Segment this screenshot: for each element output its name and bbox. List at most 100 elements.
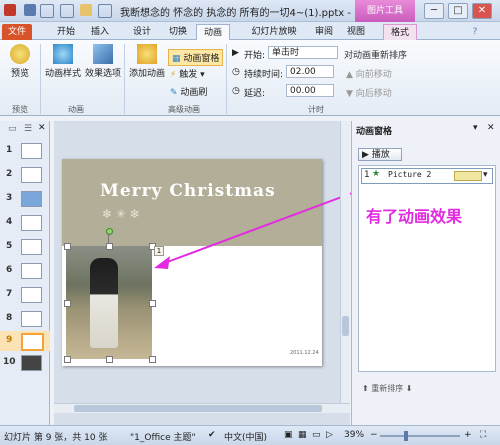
help-icon[interactable]: ? — [470, 24, 480, 40]
save-icon[interactable] — [24, 4, 36, 16]
person-figure — [90, 258, 118, 348]
add-animation-button[interactable]: 添加动画 — [128, 44, 166, 79]
start-dropdown[interactable]: 单击时 — [268, 46, 338, 59]
slide-number: 9 — [6, 335, 13, 345]
group-timing-label: 计时 — [308, 105, 324, 114]
maximize-button[interactable]: □ — [448, 3, 468, 19]
start-label: 开始: — [244, 51, 266, 61]
animations-ribbon: 预览 预览 动画样式 效果选项 动画 添加动画 ▦ 动画窗格 ⚡ 触发 ▾ ✎ … — [0, 40, 500, 116]
move-earlier-button[interactable]: ▲ 向前移动 — [346, 67, 392, 80]
reorder-arrows-icon[interactable]: ⬆ 重新排序 ⬇ — [362, 383, 413, 394]
animation-list: 1 ★ Picture 2 ▾ — [358, 165, 496, 372]
tab-format[interactable]: 格式 — [383, 24, 417, 41]
animation-painter-label: 动画刷 — [180, 88, 208, 98]
annotation-arrow — [154, 191, 356, 269]
start-icon: ▶ — [232, 48, 239, 58]
preview-button[interactable]: 预览 — [6, 44, 34, 79]
spellcheck-icon[interactable]: ✔ — [208, 430, 216, 440]
slide-thumbnail[interactable]: 7 — [0, 285, 50, 305]
reading-view-icon[interactable]: ▭ — [312, 430, 321, 440]
resize-handle[interactable] — [64, 243, 71, 250]
animation-list-item[interactable]: 1 ★ Picture 2 ▾ — [361, 168, 493, 184]
slide-thumbnail[interactable]: 10 — [0, 353, 50, 373]
close-icon[interactable]: ✕ — [487, 123, 495, 133]
duration-label: 持续时间: — [244, 70, 284, 80]
tab-insert[interactable]: 插入 — [88, 24, 112, 40]
slide-thumb-image — [21, 215, 42, 231]
preview-label: 预览 — [10, 69, 29, 79]
trigger-label: 触发 — [179, 70, 198, 80]
zoom-out-icon[interactable]: − — [370, 430, 378, 440]
tab-file[interactable]: 文件 — [2, 24, 32, 40]
animation-pane: 动画窗格 ▾ ✕ ▶ 播放 1 ★ Picture 2 ▾ ⬆ 重新排序 ⬇ — [351, 121, 500, 425]
undo-icon[interactable] — [40, 4, 54, 18]
theme-status: "1_Office 主题" — [130, 433, 196, 443]
outline-tab-icon[interactable]: ☰ — [24, 124, 32, 134]
tab-design[interactable]: 设计 — [130, 24, 154, 40]
duration-stepper[interactable]: 02.00 — [286, 65, 334, 78]
effect-options-icon — [93, 44, 113, 64]
tab-home[interactable]: 开始 — [54, 24, 78, 40]
resize-handle[interactable] — [106, 243, 113, 250]
play-button[interactable]: ▶ 播放 — [358, 148, 402, 161]
tab-transitions[interactable]: 切换 — [166, 24, 190, 40]
slide-number: 10 — [3, 357, 16, 367]
slide-sorter-icon[interactable]: ▦ — [298, 430, 307, 440]
preview-star-icon — [10, 44, 30, 64]
zoom-in-icon[interactable]: + — [464, 430, 472, 440]
chevron-down-icon[interactable]: ▾ — [483, 170, 488, 180]
slide-thumbnail[interactable]: 3 — [0, 189, 50, 209]
slide-thumbnail[interactable]: 4 — [0, 213, 50, 233]
slide-thumbnail[interactable]: 6 — [0, 261, 50, 281]
slide-thumb-image — [21, 355, 42, 371]
slide-thumbnail[interactable]: 2 — [0, 165, 50, 185]
resize-handle[interactable] — [64, 300, 71, 307]
customize-toolbar-icon[interactable] — [98, 4, 112, 18]
picture-tools-contextual-tab: 图片工具 — [355, 0, 415, 22]
move-later-button[interactable]: ▼ 向后移动 — [346, 86, 392, 99]
tab-animations[interactable]: 动画 — [196, 24, 230, 41]
animation-painter-button[interactable]: ✎ 动画刷 — [170, 85, 207, 98]
vertical-scrollbar[interactable] — [340, 121, 350, 403]
resize-handle[interactable] — [64, 356, 71, 363]
close-button[interactable]: ✕ — [472, 3, 492, 19]
tab-review[interactable]: 审阅 — [312, 24, 336, 40]
zoom-slider-thumb[interactable] — [404, 431, 408, 441]
slide-thumb-image — [21, 239, 42, 255]
resize-handle[interactable] — [149, 300, 156, 307]
animation-pane-button[interactable]: ▦ 动画窗格 — [168, 49, 224, 66]
trigger-button[interactable]: ⚡ 触发 ▾ — [170, 67, 205, 80]
scrollbar-thumb[interactable] — [342, 316, 349, 336]
touch-mode-icon[interactable] — [80, 4, 92, 16]
minimize-button[interactable]: ─ — [424, 3, 444, 19]
redo-icon[interactable] — [60, 4, 74, 18]
scrollbar-thumb[interactable] — [74, 405, 322, 412]
normal-view-icon[interactable]: ▣ — [284, 430, 293, 440]
close-pane-icon[interactable]: ✕ — [38, 123, 46, 133]
fit-to-window-icon[interactable]: ⛶ — [480, 430, 486, 440]
slide-thumbnail[interactable]: 5 — [0, 237, 50, 257]
slide-thumbnail-selected[interactable]: 9 — [0, 331, 50, 351]
slideshow-view-icon[interactable]: ▷ — [326, 430, 333, 440]
tab-view[interactable]: 视图 — [344, 24, 368, 40]
pane-menu-icon[interactable]: ▾ — [473, 123, 478, 133]
effect-options-button[interactable]: 效果选项 — [84, 44, 122, 79]
horizontal-scrollbar[interactable] — [54, 403, 350, 413]
resize-handle[interactable] — [149, 356, 156, 363]
slide-count-status: 幻灯片 第 9 张，共 10 张 — [4, 433, 108, 443]
annotation-text: 有了动画效果 — [366, 207, 463, 226]
slide-thumbnail[interactable]: 1 — [0, 141, 50, 161]
zoom-slider[interactable] — [380, 435, 460, 437]
delay-stepper[interactable]: 00.00 — [286, 84, 334, 97]
slide-thumb-image — [21, 333, 44, 351]
group-divider — [226, 44, 227, 114]
slide-number: 7 — [6, 289, 13, 299]
selected-picture[interactable] — [66, 246, 152, 359]
animation-styles-button[interactable]: 动画样式 — [44, 44, 82, 79]
slide-number: 8 — [6, 313, 13, 323]
tab-slideshow[interactable]: 幻灯片放映 — [248, 24, 300, 40]
slide-thumbnail[interactable]: 8 — [0, 309, 50, 329]
status-bar: 幻灯片 第 9 张，共 10 张 "1_Office 主题" ✔ 中文(中国) … — [0, 425, 500, 445]
slides-tab-icon[interactable]: ▭ — [8, 124, 17, 134]
resize-handle[interactable] — [106, 356, 113, 363]
